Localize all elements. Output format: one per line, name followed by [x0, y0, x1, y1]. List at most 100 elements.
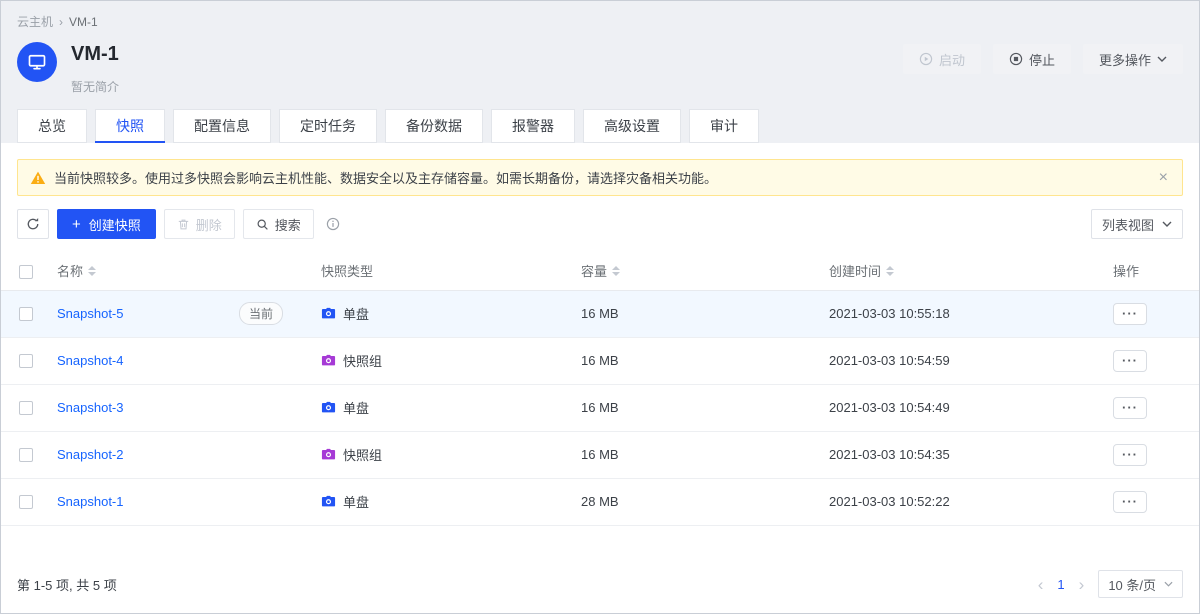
snapshot-group-icon	[321, 447, 336, 462]
tab-scheduled-tasks[interactable]: 定时任务	[279, 109, 377, 143]
row-checkbox[interactable]	[19, 354, 33, 368]
row-checkbox[interactable]	[19, 307, 33, 321]
table-row[interactable]: Snapshot-3 单盘 16 MB 2021-03-03 10:54:49 …	[1, 384, 1199, 431]
row-checkbox[interactable]	[19, 401, 33, 415]
info-icon[interactable]	[326, 217, 340, 231]
page-size-select[interactable]: 10 条/页	[1098, 570, 1183, 598]
column-header-size[interactable]: 容量	[581, 261, 620, 280]
create-snapshot-button[interactable]: + 创建快照	[57, 209, 156, 239]
camera-icon	[321, 494, 336, 509]
search-button-label: 搜索	[275, 215, 301, 234]
table-header-row: 名称 快照类型 容量 创建时间 操作	[1, 252, 1199, 290]
prev-page-icon[interactable]: ‹	[1038, 576, 1044, 593]
snapshot-name-link[interactable]: Snapshot-3	[57, 400, 124, 415]
view-mode-label: 列表视图	[1102, 215, 1154, 234]
search-button[interactable]: 搜索	[243, 209, 314, 239]
delete-button-label: 删除	[196, 215, 222, 234]
row-actions-button[interactable]: ···	[1113, 350, 1147, 372]
tab-backup-data[interactable]: 备份数据	[385, 109, 483, 143]
more-actions-label: 更多操作	[1099, 50, 1151, 69]
create-snapshot-label: 创建快照	[89, 215, 141, 234]
column-header-actions: 操作	[1113, 264, 1139, 279]
snapshot-name-link[interactable]: Snapshot-2	[57, 447, 124, 462]
camera-icon	[321, 400, 336, 415]
page-number[interactable]: 1	[1057, 577, 1064, 592]
breadcrumb-current: VM-1	[69, 15, 98, 29]
snapshot-name-link[interactable]: Snapshot-5	[57, 306, 124, 321]
items-summary: 第 1-5 项, 共 5 项	[17, 575, 117, 594]
breadcrumb: 云主机 › VM-1	[1, 1, 1199, 32]
start-button[interactable]: 启动	[903, 44, 981, 74]
pagination: ‹ 1 › 10 条/页	[1038, 570, 1183, 598]
column-header-created[interactable]: 创建时间	[829, 261, 894, 280]
vm-detail-page: 云主机 › VM-1 VM-1 暂无简介 启动 停止	[0, 0, 1200, 614]
table-row[interactable]: Snapshot-4 快照组 16 MB 2021-03-03 10:54:59…	[1, 337, 1199, 384]
table-footer: 第 1-5 项, 共 5 项 ‹ 1 › 10 条/页	[1, 555, 1199, 613]
select-all-checkbox[interactable]	[19, 265, 33, 279]
snapshot-type-label: 单盘	[343, 492, 369, 511]
row-checkbox[interactable]	[19, 448, 33, 462]
page-size-label: 10 条/页	[1108, 575, 1156, 594]
sort-icon	[886, 266, 894, 276]
size-cell: 16 MB	[573, 431, 821, 478]
view-mode-select[interactable]: 列表视图	[1091, 209, 1183, 239]
sort-icon	[88, 266, 96, 276]
snapshot-group-icon	[321, 353, 336, 368]
page-header: VM-1 暂无简介 启动 停止 更多操作	[1, 32, 1199, 109]
table-row[interactable]: Snapshot-5当前 单盘 16 MB 2021-03-03 10:55:1…	[1, 290, 1199, 337]
size-cell: 16 MB	[573, 384, 821, 431]
row-actions-button[interactable]: ···	[1113, 444, 1147, 466]
more-actions-button[interactable]: 更多操作	[1083, 44, 1183, 74]
table-row[interactable]: Snapshot-1 单盘 28 MB 2021-03-03 10:52:22 …	[1, 478, 1199, 525]
start-button-label: 启动	[939, 50, 965, 69]
chevron-down-icon	[1157, 56, 1167, 62]
tab-config[interactable]: 配置信息	[173, 109, 271, 143]
tab-bar: 总览 快照 配置信息 定时任务 备份数据 报警器 高级设置 审计	[1, 109, 1199, 143]
tab-snapshot[interactable]: 快照	[95, 109, 165, 143]
snapshot-name-link[interactable]: Snapshot-4	[57, 353, 124, 368]
sort-icon	[612, 266, 620, 276]
tab-overview[interactable]: 总览	[17, 109, 87, 143]
snapshot-type-label: 单盘	[343, 304, 369, 323]
created-cell: 2021-03-03 10:54:35	[821, 431, 1105, 478]
tab-advanced-settings[interactable]: 高级设置	[583, 109, 681, 143]
row-actions-button[interactable]: ···	[1113, 303, 1147, 325]
tab-alarms[interactable]: 报警器	[491, 109, 575, 143]
created-cell: 2021-03-03 10:54:59	[821, 337, 1105, 384]
snapshot-name-link[interactable]: Snapshot-1	[57, 494, 124, 509]
stop-button-label: 停止	[1029, 50, 1055, 69]
tab-audit[interactable]: 审计	[689, 109, 759, 143]
snapshot-table: 名称 快照类型 容量 创建时间 操作 Snapshot-5 当前 单盘 16 MB…	[1, 252, 1199, 526]
delete-button[interactable]: 删除	[164, 209, 235, 239]
chevron-down-icon	[1162, 221, 1172, 227]
plus-icon: +	[72, 216, 81, 233]
breadcrumb-separator: ›	[59, 15, 63, 29]
next-page-icon[interactable]: ›	[1079, 576, 1085, 593]
column-header-name[interactable]: 名称	[57, 261, 96, 280]
monitor-icon	[27, 52, 47, 72]
size-cell: 16 MB	[573, 290, 821, 337]
row-actions-button[interactable]: ···	[1113, 491, 1147, 513]
row-checkbox[interactable]	[19, 495, 33, 509]
snapshot-type-label: 快照组	[343, 445, 382, 464]
play-circle-icon	[919, 52, 933, 66]
snapshot-panel: 当前快照较多。使用过多快照会影响云主机性能、数据安全以及主存储容量。如需长期备份…	[1, 143, 1199, 613]
column-header-type: 快照类型	[321, 261, 373, 280]
stop-circle-icon	[1009, 52, 1023, 66]
refresh-button[interactable]	[17, 209, 49, 239]
created-cell: 2021-03-03 10:52:22	[821, 478, 1105, 525]
snapshot-type-label: 快照组	[343, 351, 382, 370]
refresh-icon	[26, 217, 40, 231]
search-icon	[256, 218, 269, 231]
row-actions-button[interactable]: ···	[1113, 397, 1147, 419]
stop-button[interactable]: 停止	[993, 44, 1071, 74]
close-icon[interactable]: ×	[1157, 170, 1170, 186]
current-badge: 当前	[239, 302, 283, 325]
table-row[interactable]: Snapshot-2 快照组 16 MB 2021-03-03 10:54:35…	[1, 431, 1199, 478]
vm-description: 暂无简介	[71, 78, 119, 95]
created-cell: 2021-03-03 10:54:49	[821, 384, 1105, 431]
trash-icon	[177, 218, 190, 231]
camera-icon	[321, 306, 336, 321]
vm-avatar	[17, 42, 57, 82]
breadcrumb-cloud-hosts[interactable]: 云主机	[17, 13, 53, 30]
